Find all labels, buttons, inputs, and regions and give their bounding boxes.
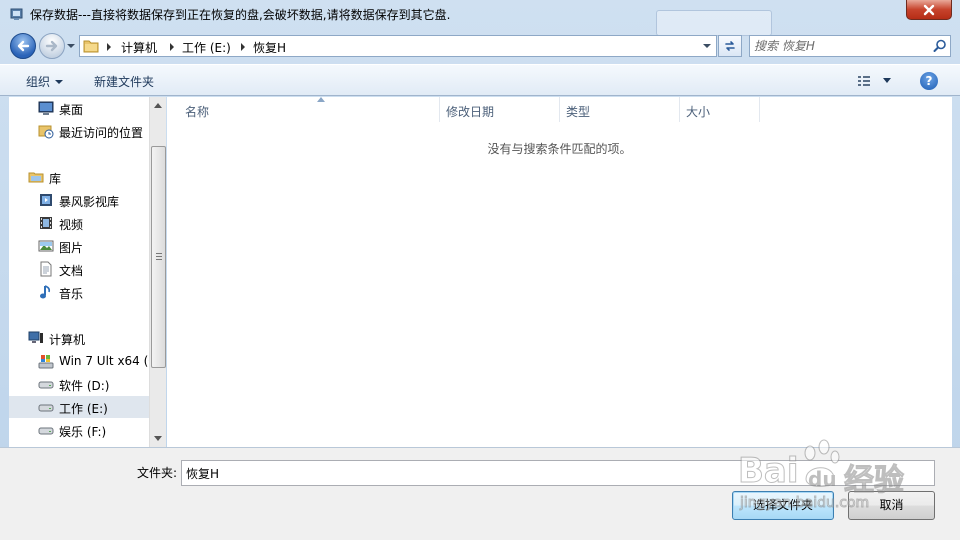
- search-input[interactable]: [754, 38, 924, 54]
- navigation-pane: 桌面 最近访问的位置 库 暴风影视库 视频 图片 文档 音乐 计算机 Win 7…: [9, 97, 149, 447]
- drive-icon: [38, 427, 54, 435]
- empty-list-message: 没有与搜索条件匹配的项。: [487, 142, 632, 156]
- back-arrow-icon: [17, 40, 30, 52]
- video-library-icon: [40, 194, 52, 206]
- navigation-bar: 计算机 工作 (E:) 恢复H: [0, 28, 960, 64]
- address-bar[interactable]: 计算机 工作 (E:) 恢复H: [79, 35, 717, 57]
- close-button[interactable]: [906, 0, 952, 20]
- nav-label: 最近访问的位置: [59, 126, 144, 140]
- file-list[interactable]: 名称 修改日期 类型 大小 没有与搜索条件匹配的项。: [167, 97, 952, 447]
- column-header-date-modified[interactable]: 修改日期: [440, 97, 560, 122]
- nav-label: 暴风影视库: [59, 195, 120, 209]
- new-folder-button[interactable]: 新建文件夹: [94, 73, 154, 90]
- nav-label: 工作 (E:): [59, 402, 108, 416]
- cancel-button[interactable]: 取消: [848, 491, 935, 520]
- search-icon[interactable]: [933, 39, 947, 53]
- address-dropdown-icon[interactable]: [702, 42, 712, 50]
- drive-icon: [38, 404, 54, 412]
- scrollbar-thumb[interactable]: [151, 146, 166, 368]
- scroll-up-icon[interactable]: [154, 103, 162, 108]
- nav-label: Win 7 Ult x64 (C: [59, 354, 149, 368]
- video-icon: [40, 217, 52, 229]
- refresh-button[interactable]: [718, 35, 742, 57]
- app-icon: [10, 8, 23, 20]
- column-header-label: 大小: [686, 105, 711, 119]
- back-button[interactable]: [10, 33, 36, 59]
- recent-places-icon: [38, 125, 54, 139]
- nav-label: 视频: [59, 218, 84, 232]
- nav-label: 库: [49, 172, 62, 186]
- title-bar: 保存数据---直接将数据保存到正在恢复的盘,会破坏数据,请将数据保存到其它盘.: [0, 0, 960, 28]
- documents-icon: [40, 261, 52, 277]
- nav-item-documents[interactable]: 文档: [9, 258, 149, 280]
- nav-item-video-library[interactable]: 暴风影视库: [9, 189, 149, 211]
- refresh-icon: [725, 41, 735, 51]
- breadcrumb-separator-icon[interactable]: [107, 43, 111, 51]
- folder-field-label: 文件夹:: [137, 466, 178, 480]
- organize-menu-button[interactable]: 组织: [26, 73, 64, 90]
- organize-label: 组织: [26, 75, 51, 89]
- nav-item-drive-e[interactable]: 工作 (E:): [9, 396, 149, 418]
- breadcrumb-separator-icon[interactable]: [170, 43, 174, 51]
- forward-arrow-icon: [45, 40, 58, 52]
- window-title: 保存数据---直接将数据保存到正在恢复的盘,会破坏数据,请将数据保存到其它盘.: [30, 8, 451, 22]
- search-box[interactable]: [749, 35, 951, 57]
- nav-label: 桌面: [59, 103, 84, 117]
- nav-item-libraries[interactable]: 库: [9, 166, 149, 188]
- close-icon: [923, 4, 935, 15]
- nav-item-drive-c[interactable]: Win 7 Ult x64 (C: [9, 350, 149, 372]
- select-folder-button[interactable]: 选择文件夹: [732, 491, 834, 520]
- column-header-name[interactable]: 名称: [179, 97, 440, 122]
- save-dialog-window: 保存数据---直接将数据保存到正在恢复的盘,会破坏数据,请将数据保存到其它盘.: [0, 0, 960, 540]
- breadcrumb-folder[interactable]: 恢复H: [253, 39, 286, 56]
- nav-item-pictures[interactable]: 图片: [9, 235, 149, 257]
- recent-pages-dropdown-icon[interactable]: [66, 41, 76, 51]
- computer-icon: [28, 331, 43, 343]
- dialog-footer: 文件夹: 选择文件夹 取消: [0, 447, 960, 540]
- nav-item-recent-places[interactable]: 最近访问的位置: [9, 120, 149, 142]
- column-header-size[interactable]: 大小: [680, 97, 760, 122]
- nav-item-videos[interactable]: 视频: [9, 212, 149, 234]
- scrollbar-grip-icon: [156, 253, 162, 260]
- folder-name-field[interactable]: [181, 460, 935, 486]
- navigation-pane-scrollbar[interactable]: [149, 97, 166, 447]
- nav-label: 软件 (D:): [59, 379, 110, 393]
- forward-button[interactable]: [39, 33, 65, 59]
- desktop-icon: [38, 101, 54, 115]
- nav-label: 图片: [59, 241, 84, 255]
- library-icon: [28, 172, 44, 183]
- nav-item-computer[interactable]: 计算机: [9, 327, 149, 349]
- music-icon: [40, 285, 50, 299]
- breadcrumb-separator-icon[interactable]: [241, 43, 245, 51]
- nav-item-drive-f[interactable]: 娱乐 (F:): [9, 419, 149, 441]
- scroll-down-icon[interactable]: [154, 436, 162, 441]
- help-button[interactable]: ?: [920, 72, 938, 90]
- column-header-label: 类型: [566, 105, 591, 119]
- pictures-icon: [38, 240, 54, 252]
- command-toolbar: 组织 新建文件夹 ?: [0, 64, 960, 96]
- windows-drive-icon: [38, 355, 54, 369]
- nav-label: 娱乐 (F:): [59, 425, 107, 439]
- folder-icon: [83, 40, 99, 53]
- nav-item-desktop[interactable]: 桌面: [9, 97, 149, 119]
- nav-label: 计算机: [49, 333, 86, 347]
- column-header-label: 修改日期: [446, 105, 495, 119]
- nav-label: 音乐: [59, 287, 84, 301]
- column-header-type[interactable]: 类型: [560, 97, 680, 122]
- drive-icon: [38, 381, 54, 389]
- nav-label: 文档: [59, 264, 84, 278]
- nav-item-music[interactable]: 音乐: [9, 281, 149, 303]
- sort-ascending-icon: [317, 97, 325, 102]
- column-header-label: 名称: [185, 105, 210, 119]
- change-view-icon[interactable]: [856, 73, 896, 89]
- breadcrumb-drive[interactable]: 工作 (E:): [182, 39, 231, 56]
- chevron-down-icon: [55, 80, 64, 84]
- nav-item-drive-d[interactable]: 软件 (D:): [9, 373, 149, 395]
- breadcrumb-computer[interactable]: 计算机: [121, 39, 157, 56]
